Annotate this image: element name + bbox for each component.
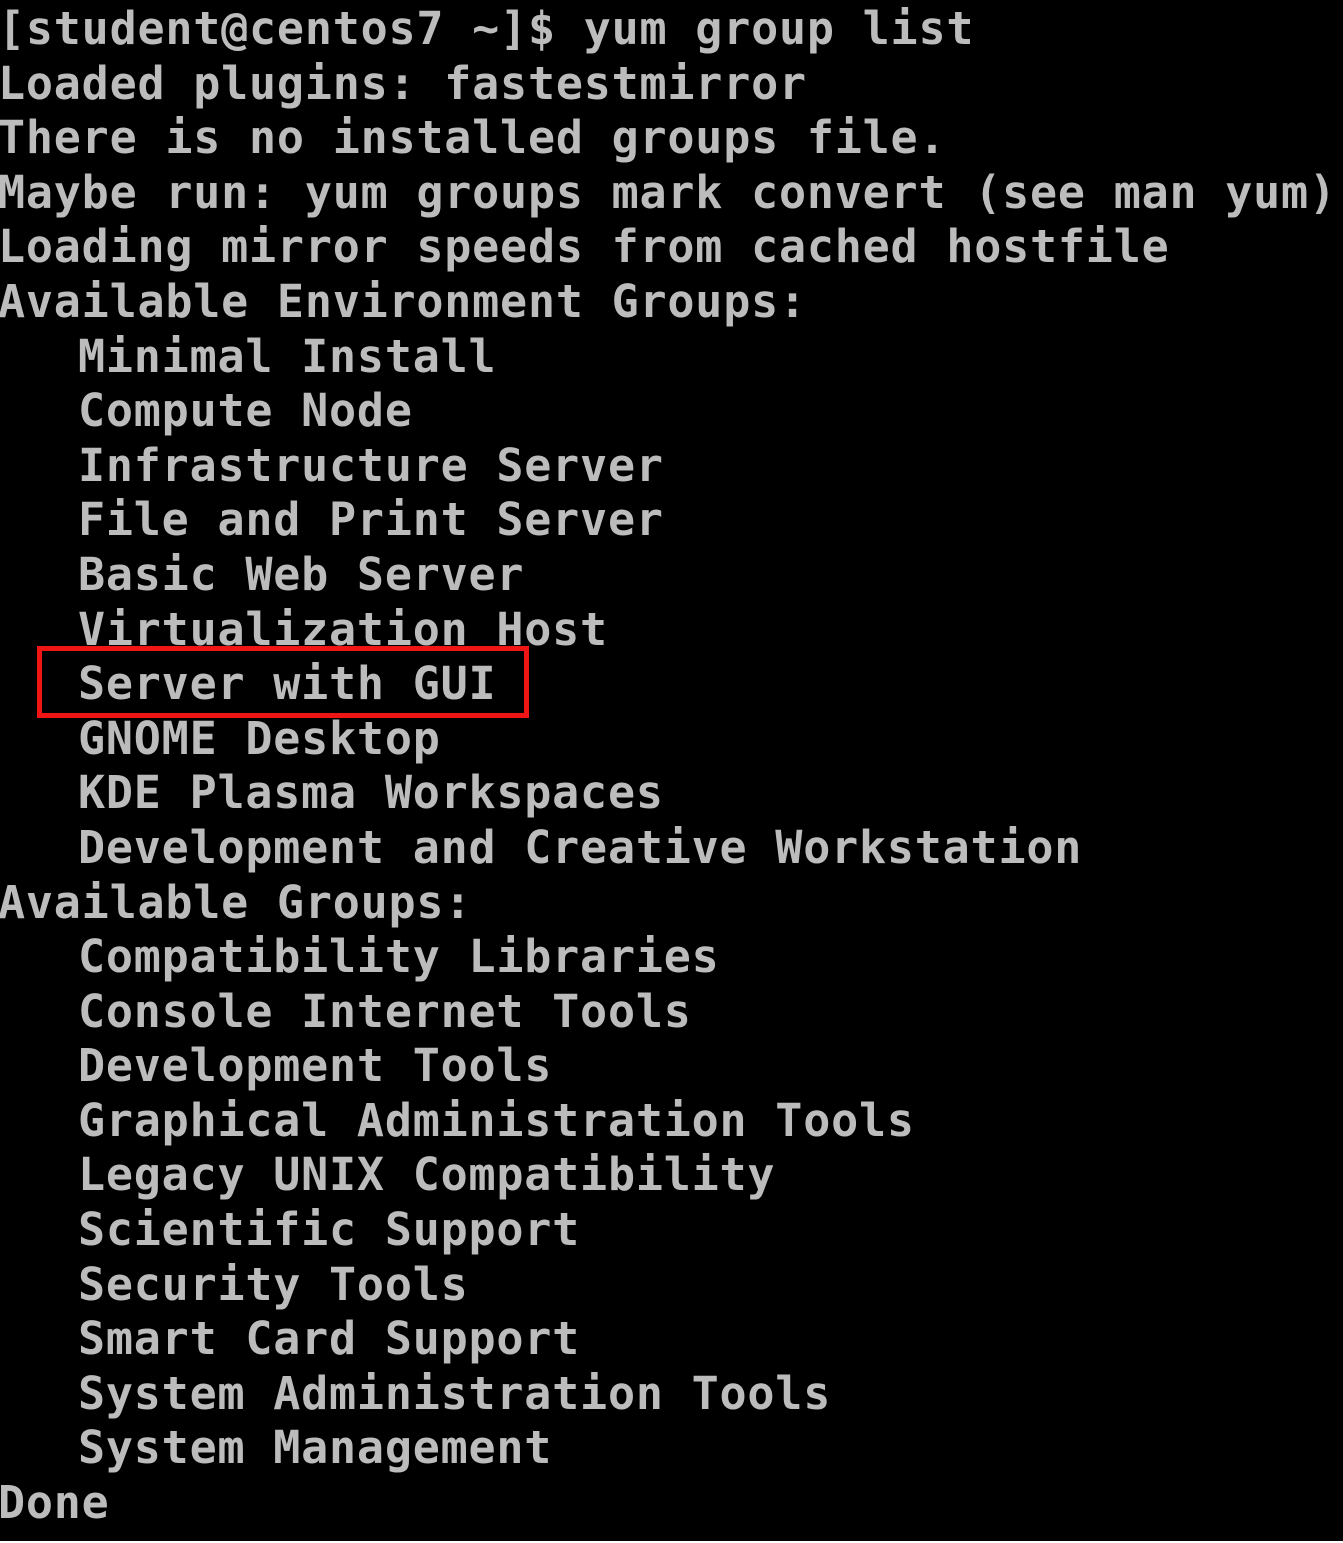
environment-group-item: Development and Creative Workstation (78, 820, 1083, 874)
done-line: Done (0, 1476, 110, 1530)
group-item: Development Tools (78, 1039, 553, 1093)
output-line: Maybe run: yum groups mark convert (see … (0, 165, 1337, 219)
group-item: Scientific Support (78, 1203, 581, 1257)
terminal-screen: [student@centos7 ~]$ yum group list Load… (0, 0, 1343, 1541)
output-line: There is no installed groups file. (0, 111, 947, 165)
terminal-output: [student@centos7 ~]$ yum group list Load… (0, 2, 1343, 1531)
group-item: System Administration Tools (78, 1366, 832, 1420)
environment-group-item: GNOME Desktop (78, 711, 441, 765)
highlight-box (37, 646, 529, 718)
group-item: Security Tools (78, 1257, 469, 1311)
output-line: Loaded plugins: fastestmirror (0, 56, 807, 110)
environment-group-item: Infrastructure Server (78, 438, 664, 492)
command-prompt-line: [student@centos7 ~]$ yum group list (0, 2, 975, 55)
environment-groups-header: Available Environment Groups: (0, 274, 807, 328)
groups-header: Available Groups: (0, 875, 473, 929)
group-item: Graphical Administration Tools (78, 1093, 915, 1147)
environment-group-item: KDE Plasma Workspaces (78, 766, 664, 820)
group-item: Legacy UNIX Compatibility (78, 1148, 776, 1202)
group-item: Console Internet Tools (78, 984, 692, 1038)
environment-group-item: Minimal Install (78, 329, 497, 383)
group-item: Smart Card Support (78, 1312, 581, 1366)
group-item: System Management (78, 1421, 553, 1475)
group-item: Compatibility Libraries (78, 930, 720, 984)
environment-group-item: File and Print Server (78, 493, 664, 547)
output-line: Loading mirror speeds from cached hostfi… (0, 220, 1170, 274)
environment-group-item: Compute Node (78, 384, 413, 438)
environment-group-item: Basic Web Server (78, 547, 525, 601)
